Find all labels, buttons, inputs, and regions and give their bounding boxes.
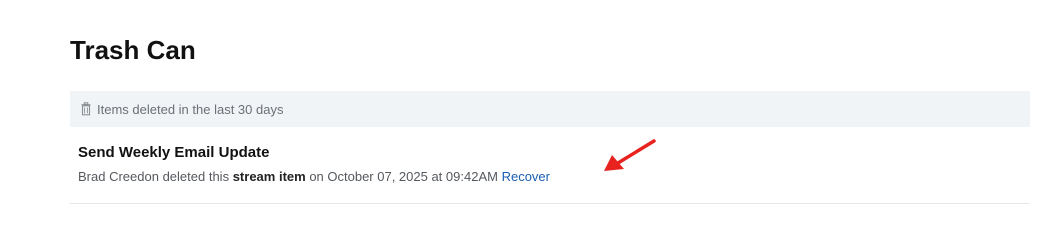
red-arrow-annotation <box>604 139 656 171</box>
trash-item: Send Weekly Email Update Brad Creedon de… <box>70 127 1030 204</box>
trash-icon <box>80 102 92 116</box>
item-title: Send Weekly Email Update <box>78 144 270 161</box>
item-type: stream item <box>232 169 306 184</box>
action-prefix: deleted this <box>162 169 230 184</box>
item-meta: Brad Creedon deleted this stream item on… <box>78 169 550 184</box>
notice-text: Items deleted in the last 30 days <box>97 101 284 117</box>
page-title: Trash Can <box>70 35 196 65</box>
trash-notice-banner: Items deleted in the last 30 days <box>70 91 1030 127</box>
deleted-by-user: Brad Creedon <box>78 169 159 184</box>
recover-link[interactable]: Recover <box>502 169 550 184</box>
deleted-date: on October 07, 2025 at 09:42AM <box>309 169 498 184</box>
